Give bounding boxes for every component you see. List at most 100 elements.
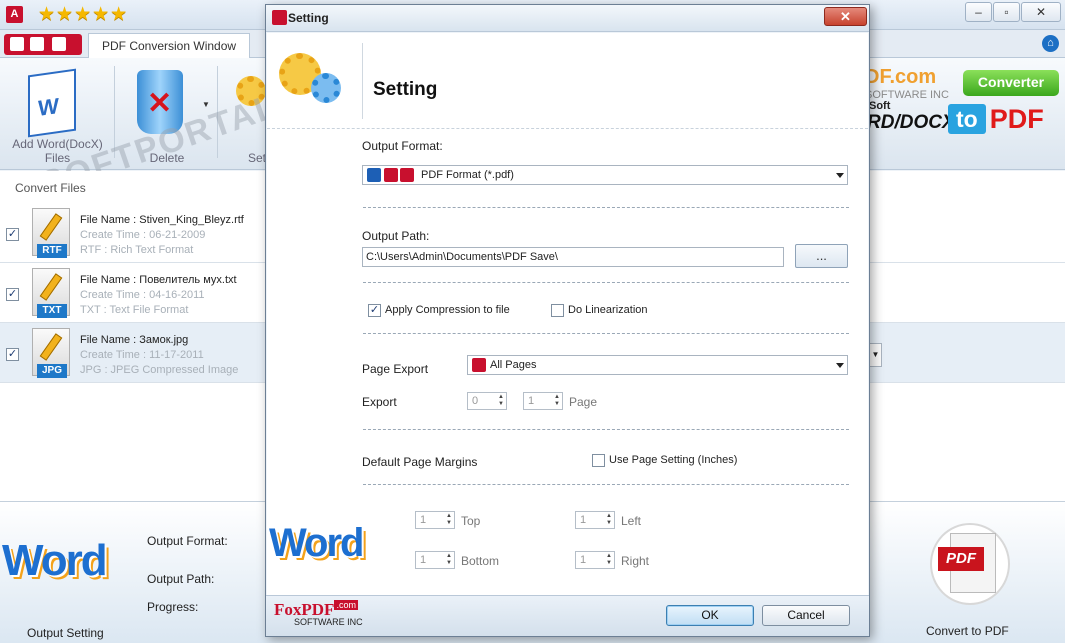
file-icon: RTF bbox=[32, 208, 70, 258]
dialog-footer: FoxPDF .com SOFTWARE INC OK Cancel bbox=[266, 595, 869, 636]
brand-product: RD/DOCX bbox=[867, 112, 955, 133]
brand-soft: Soft bbox=[869, 100, 891, 112]
close-icon[interactable]: ✕ bbox=[824, 7, 867, 26]
gear-icon bbox=[279, 47, 347, 109]
divider bbox=[363, 282, 849, 283]
arrow-mini-icon bbox=[384, 168, 398, 182]
do-linearization-label: Do Linearization bbox=[568, 304, 648, 316]
brand-company: DF.com bbox=[865, 66, 937, 88]
close-window-button[interactable]: ✕ bbox=[1021, 2, 1061, 22]
output-format-select[interactable]: PDF Format (*.pdf) bbox=[362, 165, 848, 185]
bottom-label: Bottom bbox=[461, 554, 500, 568]
dialog-title-bar: Setting ✕ bbox=[266, 5, 869, 32]
left-margin-value: 1 bbox=[580, 514, 587, 526]
spin-arrows-icon[interactable]: ▲ ▼ bbox=[445, 553, 453, 567]
top-margin-value: 1 bbox=[420, 514, 427, 526]
apply-compression-checkbox[interactable]: ✓ bbox=[368, 304, 381, 317]
output-format-label: Output Format: bbox=[147, 534, 228, 548]
left-margin-stepper[interactable]: 1 ▲ ▼ bbox=[575, 511, 615, 529]
tab-pdf-conversion[interactable]: PDF Conversion Window bbox=[88, 33, 251, 58]
setting-dialog: Setting ✕ Setting Output Format: PDF For… bbox=[265, 4, 870, 637]
to-label: to bbox=[948, 104, 986, 134]
convert-to-pdf-label: Convert to PDF bbox=[926, 624, 1009, 638]
chevron-down-icon bbox=[836, 363, 844, 368]
word-to-pdf-logo bbox=[4, 34, 82, 55]
cancel-button[interactable]: Cancel bbox=[762, 605, 850, 626]
file-name: File Name : Stiven_King_Bleyz.rtf bbox=[80, 214, 244, 226]
right-label: Right bbox=[621, 554, 650, 568]
spin-arrows-icon[interactable]: ▲ ▼ bbox=[497, 394, 505, 408]
word-art-logo: Word bbox=[269, 521, 364, 565]
maximize-button[interactable]: ▫ bbox=[993, 2, 1020, 22]
file-checkbox[interactable]: ✓ bbox=[6, 228, 19, 241]
left-label: Left bbox=[621, 514, 642, 528]
use-page-setting-checkbox[interactable] bbox=[592, 454, 605, 467]
output-setting-button[interactable]: Output Setting bbox=[27, 626, 104, 640]
top-margin-stepper[interactable]: 1 ▲ ▼ bbox=[415, 511, 455, 529]
progress-label: Progress: bbox=[147, 600, 199, 614]
use-page-setting-label: Use Page Setting (Inches) bbox=[609, 454, 738, 466]
page-export-select[interactable]: All Pages bbox=[467, 355, 848, 375]
file-ext-badge: TXT bbox=[37, 304, 67, 318]
chevron-down-icon bbox=[836, 173, 844, 178]
bottom-margin-value: 1 bbox=[420, 554, 427, 566]
file-ext-badge: RTF bbox=[37, 244, 67, 258]
file-type: TXT : Text File Format bbox=[80, 304, 189, 316]
export-label: Export bbox=[362, 395, 397, 409]
converter-badge: Converter bbox=[963, 70, 1059, 96]
pdf-label: PDF bbox=[989, 104, 1044, 134]
export-from-stepper[interactable]: 0 ▲ ▼ bbox=[467, 392, 507, 410]
page-export-label: Page Export bbox=[362, 362, 429, 376]
margins-label: Default Page Margins bbox=[362, 455, 478, 469]
file-created: Create Time : 11-17-2011 bbox=[80, 349, 204, 361]
top-label: Top bbox=[461, 514, 481, 528]
word-mini-icon bbox=[367, 168, 381, 182]
pdf-mini-icon bbox=[472, 358, 486, 372]
word-doc-icon: W bbox=[28, 68, 76, 138]
dialog-title: Setting bbox=[288, 11, 329, 25]
to-pdf-logo: to PDF bbox=[948, 104, 1044, 138]
file-icon: TXT bbox=[32, 268, 70, 318]
word-art-logo: Word bbox=[2, 536, 108, 585]
right-margin-stepper[interactable]: 1 ▲ ▼ bbox=[575, 551, 615, 569]
logo-com: .com bbox=[334, 600, 358, 610]
bottom-margin-stepper[interactable]: 1 ▲ ▼ bbox=[415, 551, 455, 569]
rating-stars[interactable]: ★★★★★ bbox=[38, 3, 128, 26]
file-created: Create Time : 04-16-2011 bbox=[80, 289, 205, 301]
apply-compression-label: Apply Compression to file bbox=[385, 304, 510, 316]
row-dropdown-button[interactable]: ▼ bbox=[869, 343, 882, 367]
divider bbox=[363, 429, 849, 430]
file-type: JPG : JPEG Compressed Image bbox=[80, 364, 239, 376]
export-to-value: 1 bbox=[528, 395, 535, 407]
ok-button[interactable]: OK bbox=[666, 605, 754, 626]
page-label: Page bbox=[569, 395, 598, 409]
foxpdf-logo: FoxPDF .com SOFTWARE INC bbox=[274, 600, 363, 627]
export-to-stepper[interactable]: 1 ▲ ▼ bbox=[523, 392, 563, 410]
app-pdf-icon bbox=[272, 10, 287, 25]
spin-arrows-icon[interactable]: ▲ ▼ bbox=[605, 513, 613, 527]
right-margin-value: 1 bbox=[580, 554, 587, 566]
file-icon: JPG bbox=[32, 328, 70, 378]
file-ext-badge: JPG bbox=[37, 364, 67, 378]
output-path-label: Output Path: bbox=[147, 572, 215, 586]
file-type: RTF : Rich Text Format bbox=[80, 244, 194, 256]
file-checkbox[interactable]: ✓ bbox=[6, 348, 19, 361]
output-path-label: Output Path: bbox=[362, 229, 430, 243]
setting-label: Set bbox=[248, 151, 267, 165]
spin-arrows-icon[interactable]: ▲ ▼ bbox=[445, 513, 453, 527]
dialog-header: Setting bbox=[267, 33, 868, 129]
pdf-file-icon[interactable]: PDF bbox=[930, 523, 1010, 605]
do-linearization-checkbox[interactable] bbox=[551, 304, 564, 317]
app-pdf-icon: A bbox=[6, 6, 23, 23]
home-icon[interactable]: ⌂ bbox=[1042, 35, 1059, 52]
minimize-button[interactable]: – bbox=[965, 2, 992, 22]
file-checkbox[interactable]: ✓ bbox=[6, 288, 19, 301]
file-created: Create Time : 06-21-2009 bbox=[80, 229, 206, 241]
divider bbox=[363, 207, 849, 208]
output-format-value: PDF Format (*.pdf) bbox=[421, 169, 514, 181]
spin-arrows-icon[interactable]: ▲ ▼ bbox=[605, 553, 613, 567]
browse-button[interactable]: ... bbox=[795, 244, 848, 268]
spin-arrows-icon[interactable]: ▲ ▼ bbox=[553, 394, 561, 408]
output-path-field[interactable]: C:\Users\Admin\Documents\PDF Save\ bbox=[362, 247, 784, 267]
list-title: Convert Files bbox=[15, 181, 86, 195]
